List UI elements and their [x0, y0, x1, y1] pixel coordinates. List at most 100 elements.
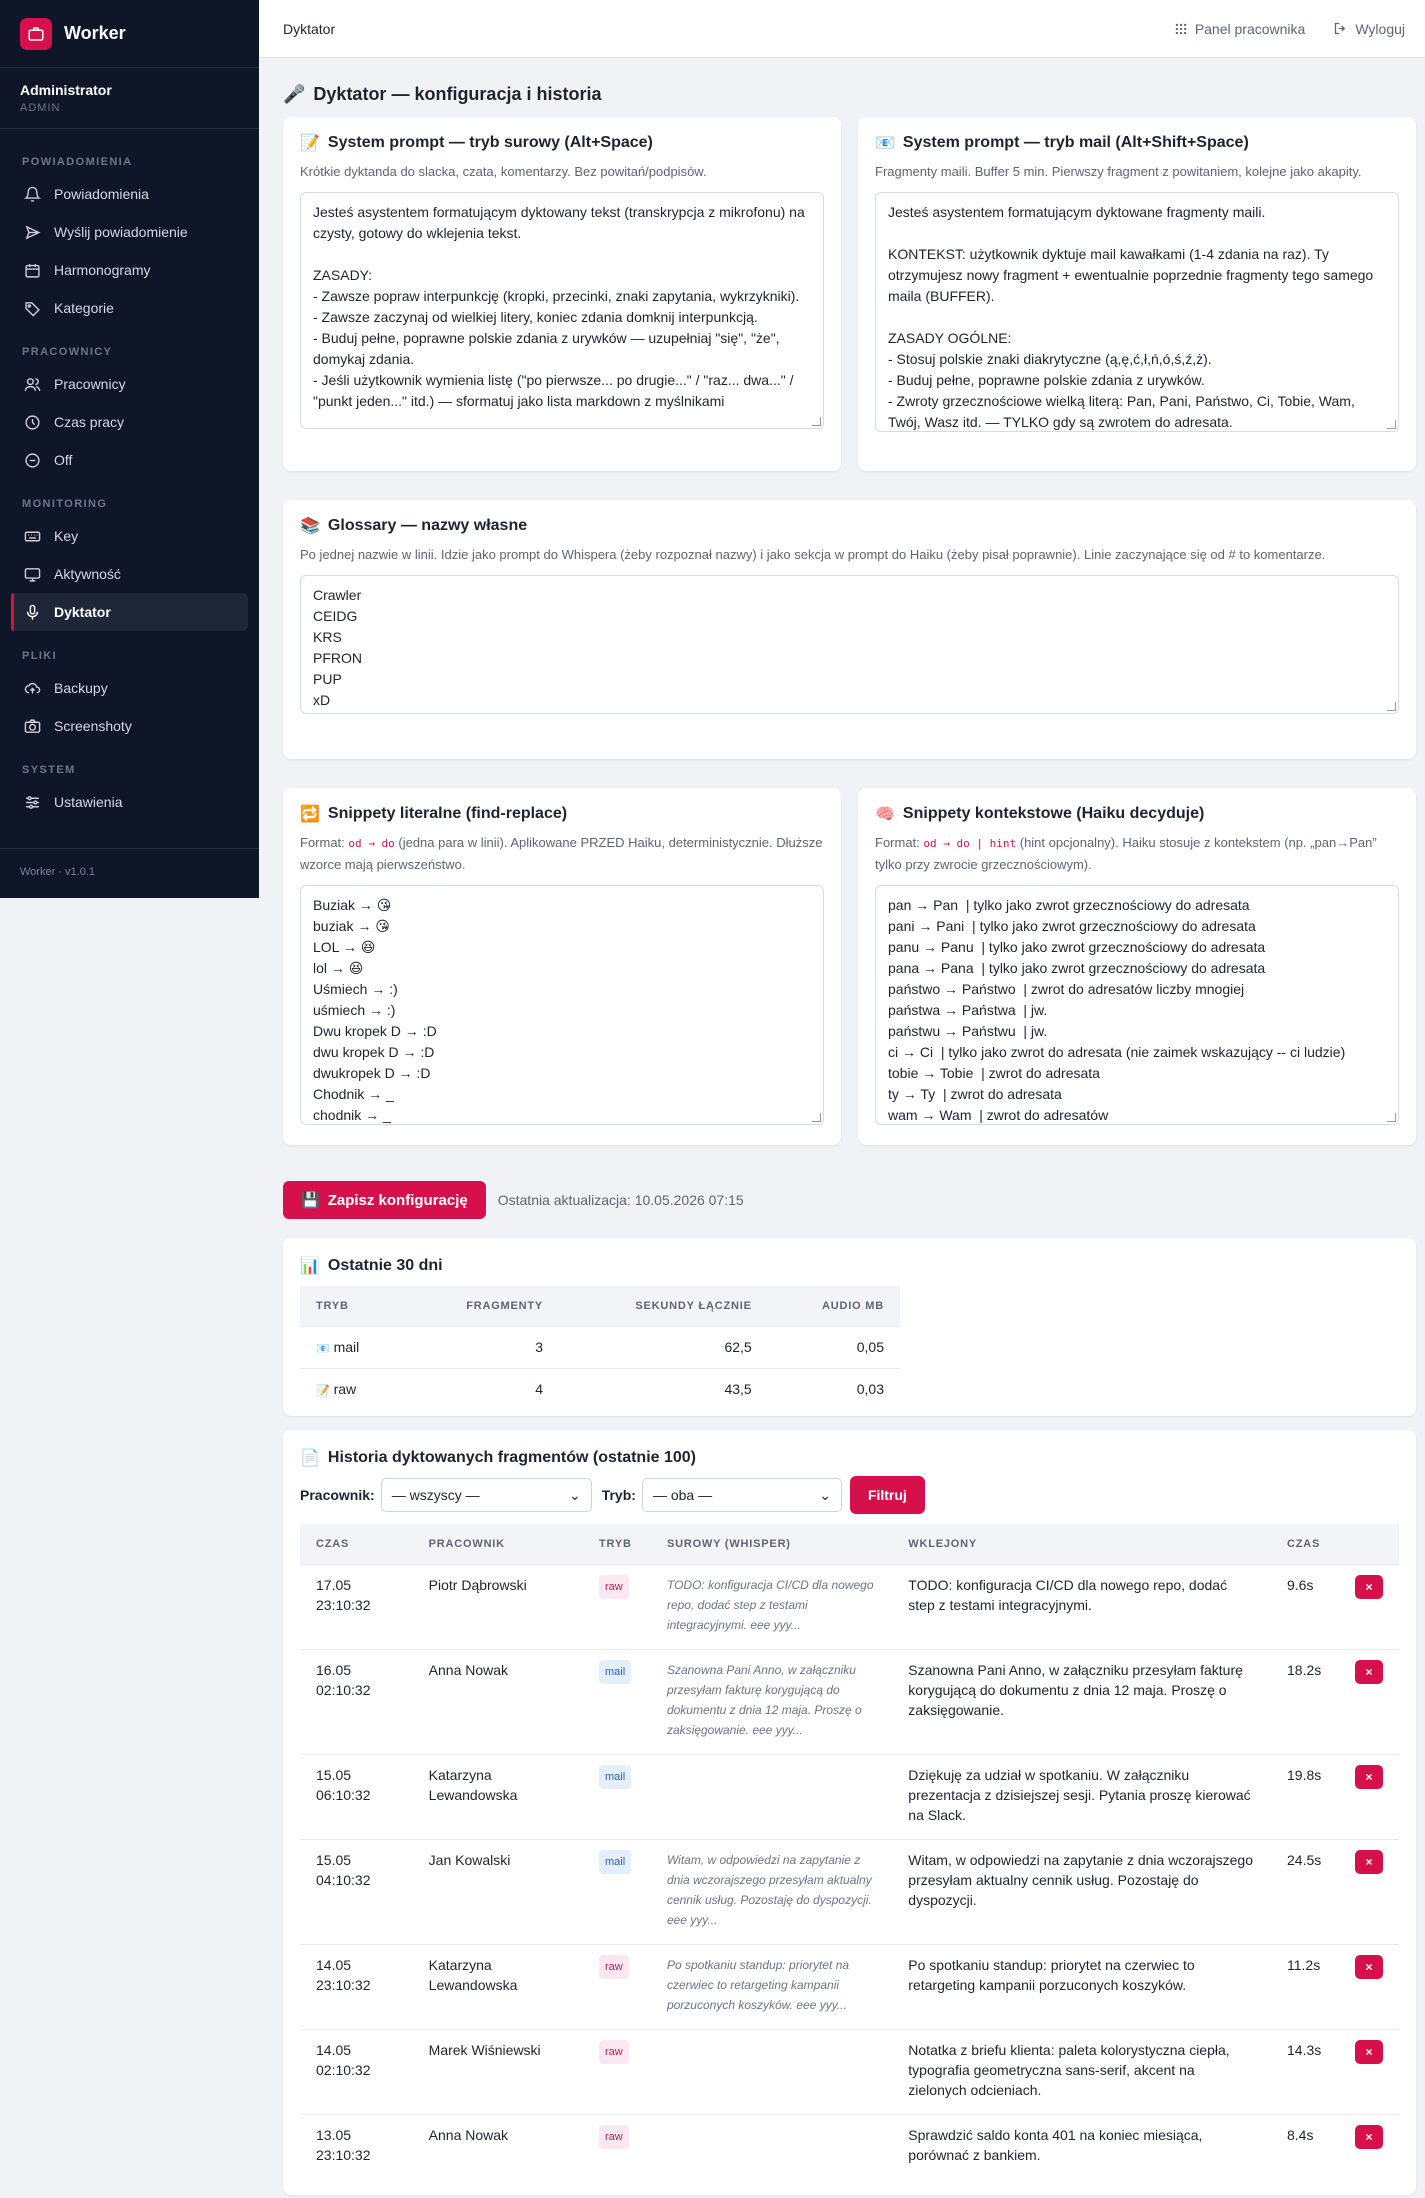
logout-link[interactable]: Wyloguj	[1333, 21, 1405, 37]
sidebar-item-powiadomienia[interactable]: Powiadomienia	[11, 175, 248, 213]
action-cell: ×	[1339, 2028, 1399, 2114]
card-title-text: Snippety kontekstowe (Haiku decyduje)	[902, 805, 1205, 822]
card-title-text: System prompt — tryb surowy (Alt+Space)	[327, 134, 653, 151]
clock-icon	[25, 414, 40, 430]
raw-cell: Po spotkaniu standup: priorytet na czerw…	[650, 1943, 893, 2029]
camera-icon	[24, 718, 41, 733]
sidebar-item-czas-pracy[interactable]: Czas pracy	[11, 403, 248, 441]
snippets-context-textarea[interactable]: pan → Pan | tylko jako zwrot grzeczności…	[875, 885, 1399, 1125]
panel-link[interactable]: Panel pracownika	[1174, 21, 1305, 37]
glossary-textarea[interactable]: Crawler CEIDG KRS PFRON PUP xD	[300, 575, 1399, 714]
mode-text: raw	[333, 1381, 357, 1398]
time: 23:10:32	[316, 2146, 371, 2163]
stats-table: TRYB FRAGMENTY SEKUNDY ŁĄCZNIE AUDIO MB …	[300, 1286, 900, 1410]
sidebar-item-dyktator[interactable]: Dyktator	[11, 593, 248, 631]
delete-button[interactable]: ×	[1355, 1849, 1383, 1874]
delete-button[interactable]: ×	[1355, 1574, 1383, 1599]
fragments-cell: 4	[405, 1367, 560, 1410]
sidebar-item-key[interactable]: Key	[11, 517, 248, 555]
microphone-icon	[26, 604, 39, 620]
save-bar: 💾 Zapisz konfigurację Ostatnia aktualizac…	[283, 1181, 1416, 1219]
sidebar-item-backupy[interactable]: Backupy	[11, 669, 248, 707]
chevron-down-icon: ⌄	[819, 1486, 831, 1503]
app-version: Worker · v1.0.1	[20, 866, 95, 878]
worker-cell: Katarzyna Lewandowska	[412, 1943, 583, 2029]
select-value: — wszyscy —	[391, 1487, 480, 1503]
logout-label: Wyloguj	[1355, 20, 1405, 37]
document-icon: 📄	[300, 1450, 320, 1467]
history-card: 📄 Historia dyktowanych fragmentów (ostatn…	[283, 1430, 1416, 2195]
mode-badge: mail	[599, 1764, 632, 1789]
sidebar-item-label: Key	[54, 528, 79, 544]
mb-cell: 0,05	[767, 1325, 900, 1368]
grid-icon	[1175, 23, 1187, 34]
sidebar-item-harmonogramy[interactable]: Harmonogramy	[11, 251, 248, 289]
sidebar-item-aktywnosc[interactable]: Aktywność	[11, 555, 248, 593]
card-title: 🔁 Snippety literalne (find-replace)	[300, 804, 824, 824]
mode-cell: mail	[583, 1753, 651, 1839]
card-description: Po jednej nazwie w linii. Idzie jako pro…	[300, 547, 1326, 562]
col-header: TRYB	[300, 1286, 406, 1326]
time: 06:10:32	[316, 1786, 371, 1803]
filter-mode-select[interactable]: — oba — ⌄	[641, 1478, 842, 1512]
sidebar-item-kategorie[interactable]: Kategorie	[11, 289, 248, 327]
delete-button[interactable]: ×	[1355, 2039, 1383, 2064]
sliders-icon	[26, 795, 39, 809]
table-row: 16.05 02:10:32 Anna Nowak mail Szanowna P…	[300, 1648, 1399, 1754]
delete-button[interactable]: ×	[1355, 2124, 1383, 2149]
action-cell: ×	[1339, 2113, 1399, 2179]
section-title: MONITORING	[22, 498, 108, 510]
time-cell: 13.05 23:10:32	[300, 2113, 413, 2179]
sidebar-item-label: Aktywność	[54, 566, 121, 582]
card-description: Format: od → do | hint (hint opcjonalny)…	[875, 832, 1399, 875]
sidebar-item-label: Kategorie	[54, 300, 114, 316]
card-title: 📄 Historia dyktowanych fragmentów (ostatn…	[300, 1448, 1399, 1468]
mb-cell: 0,03	[767, 1367, 900, 1410]
filter-button[interactable]: Filtruj	[849, 1476, 925, 1514]
filter-worker-select[interactable]: — wszyscy — ⌄	[380, 1478, 592, 1512]
snippets-literal-textarea[interactable]: Buziak → 😘 buziak → 😘 LOL → 😆 lol → 😆 Uś…	[300, 885, 824, 1125]
main-content: 🎤 Dyktator — konfiguracja i historia 📝 Sy…	[283, 58, 1416, 2195]
topbar: Dyktator Panel pracownika Wyloguj	[259, 0, 1425, 58]
col-header: PRACOWNIK	[412, 1524, 583, 1564]
desc-prefix: Format:	[300, 835, 349, 850]
delete-button[interactable]: ×	[1355, 1659, 1383, 1684]
delete-button[interactable]: ×	[1355, 1764, 1383, 1789]
prompt-mail-textarea[interactable]: Jesteś asystentem formatującym dyktowane…	[875, 192, 1399, 432]
breadcrumb: Dyktator	[283, 20, 336, 37]
prompt-raw-card: 📝 System prompt — tryb surowy (Alt+Space)…	[283, 117, 841, 471]
sidebar-item-off[interactable]: Off	[11, 441, 248, 479]
duration-cell: 18.2s	[1271, 1648, 1339, 1754]
mode-cell: raw	[583, 1943, 651, 2029]
floppy-icon: 💾	[301, 1192, 320, 1209]
sidebar-item-label: Backupy	[54, 680, 108, 696]
col-header: FRAGMENTY	[405, 1286, 560, 1326]
prompt-raw-textarea[interactable]: Jesteś asystentem formatującym dyktowany…	[300, 192, 824, 429]
sidebar-item-wyslij[interactable]: Wyślij powiadomienie	[11, 213, 248, 251]
sidebar-item-label: Dyktator	[54, 604, 111, 620]
delete-button[interactable]: ×	[1355, 1954, 1383, 1979]
mode-cell: mail	[583, 1648, 651, 1754]
time: 04:10:32	[316, 1871, 371, 1888]
sidebar-item-pracownicy[interactable]: Pracownicy	[11, 365, 248, 403]
col-header: SEKUNDY ŁĄCZNIE	[559, 1286, 768, 1326]
col-header: CZAS	[300, 1524, 413, 1564]
sidebar-item-screenshoty[interactable]: Screenshoty	[11, 707, 248, 745]
users-icon	[24, 377, 41, 391]
mode-cell: raw	[583, 2028, 651, 2114]
col-header: WKLEJONY	[892, 1524, 1271, 1564]
pasted-cell: Sprawdzić saldo konta 401 na koniec mies…	[892, 2113, 1271, 2179]
brand[interactable]: Worker	[0, 0, 259, 68]
card-title-text: Ostatnie 30 dni	[327, 1257, 443, 1274]
sidebar-item-ustawienia[interactable]: Ustawienia	[11, 783, 248, 821]
calendar-icon	[25, 263, 40, 278]
date: 14.05	[316, 1956, 352, 1973]
send-icon	[25, 224, 41, 240]
card-title-text: Snippety literalne (find-replace)	[327, 805, 568, 822]
time: 23:10:32	[316, 1976, 371, 1993]
mail-icon: 📧	[875, 135, 895, 152]
prompts-row: 📝 System prompt — tryb surowy (Alt+Space)…	[283, 117, 1416, 471]
save-button[interactable]: 💾 Zapisz konfigurację	[283, 1181, 486, 1219]
sidebar: Worker Administrator ADMIN POWIADOMIENIA…	[0, 0, 259, 898]
time-cell: 17.05 23:10:32	[300, 1563, 413, 1649]
